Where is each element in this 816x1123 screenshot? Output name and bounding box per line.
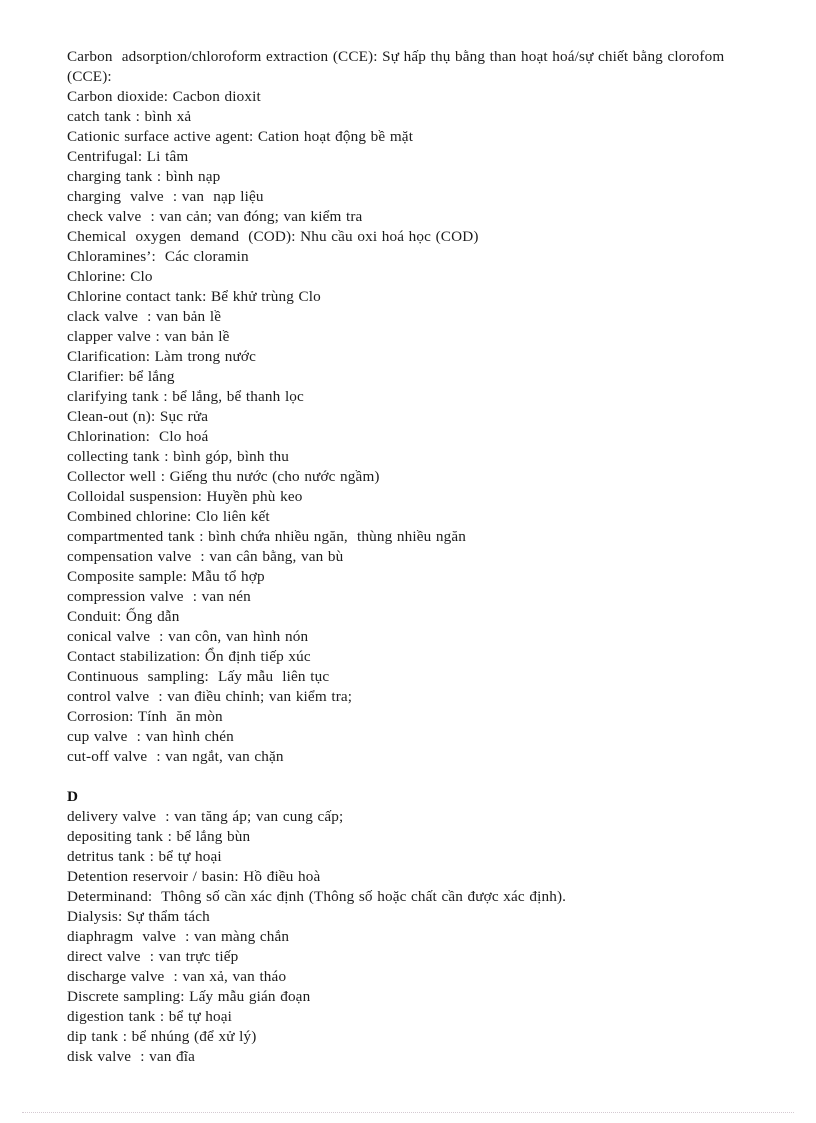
glossary-entry: Chlorine: Clo <box>67 268 153 285</box>
glossary-entry: check valve : van cản; van đóng; van kiể… <box>67 208 363 225</box>
glossary-entry: Carbon adsorption/chloroform extraction … <box>67 48 729 85</box>
glossary-entry: Dialysis: Sự thẩm tách <box>67 908 210 925</box>
glossary-entry: Discrete sampling: Lấy mẫu gián đoạn <box>67 988 311 1005</box>
glossary-entry: Combined chlorine: Clo liên kết <box>67 508 270 525</box>
glossary-entry: conical valve : van côn, van hình nón <box>67 628 309 645</box>
glossary-entry: compensation valve : van cân bằng, van b… <box>67 548 344 565</box>
glossary-entry: Chlorination: Clo hoá <box>67 428 209 445</box>
glossary-entry: Clean-out (n): Sục rửa <box>67 408 209 425</box>
glossary-entry: Chloramines’: Các cloramin <box>67 248 249 265</box>
footer-dotted-rule <box>22 1112 794 1114</box>
glossary-entry: discharge valve : van xả, van tháo <box>67 968 287 985</box>
glossary-entry: control valve : van điều chỉnh; van kiểm… <box>67 688 353 705</box>
glossary-entry: charging valve : van nạp liệu <box>67 188 264 205</box>
glossary-entry: Carbon dioxide: Cacbon dioxit <box>67 88 261 105</box>
glossary-entry: Clarifier: bể lắng <box>67 368 175 385</box>
glossary-entry: Continuous sampling: Lấy mẫu liên tục <box>67 668 330 685</box>
glossary-entry: disk valve : van đĩa <box>67 1048 196 1065</box>
glossary-entry-list: Carbon adsorption/chloroform extraction … <box>67 47 742 1067</box>
document-page: Carbon adsorption/chloroform extraction … <box>0 0 816 1123</box>
glossary-entry: catch tank : bình xả <box>67 108 192 125</box>
glossary-entry: diaphragm valve : van màng chắn <box>67 928 290 945</box>
glossary-entry: Chlorine contact tank: Bể khử trùng Clo <box>67 288 321 305</box>
section-letter-heading: D <box>67 788 79 805</box>
glossary-entry: Determinand: Thông số cần xác định (Thôn… <box>67 888 567 905</box>
glossary-entry: clack valve : van bản lề <box>67 308 222 325</box>
glossary-entry: Colloidal suspension: Huyền phù keo <box>67 488 303 505</box>
glossary-entry: collecting tank : bình góp, bình thu <box>67 448 290 465</box>
glossary-entry: Clarification: Làm trong nước <box>67 348 257 365</box>
glossary-entry: Centrifugal: Li tâm <box>67 148 189 165</box>
glossary-entry: Corrosion: Tính ăn mòn <box>67 708 223 725</box>
glossary-entry: Contact stabilization: Ổn định tiếp xúc <box>67 648 311 665</box>
glossary-entry: detritus tank : bể tự hoại <box>67 848 222 865</box>
glossary-entry: cup valve : van hình chén <box>67 728 234 745</box>
glossary-entry: digestion tank : bể tự hoại <box>67 1008 233 1025</box>
glossary-spacer <box>67 767 742 787</box>
glossary-entry: cut-off valve : van ngắt, van chặn <box>67 748 284 765</box>
glossary-entry: charging tank : bình nạp <box>67 168 221 185</box>
glossary-entry: dip tank : bể nhúng (để xử lý) <box>67 1028 257 1045</box>
glossary-entry: clarifying tank : bể lắng, bể thanh lọc <box>67 388 304 405</box>
glossary-entry: delivery valve : van tăng áp; van cung c… <box>67 808 344 825</box>
glossary-entry: clapper valve : van bản lề <box>67 328 230 345</box>
glossary-entry: Chemical oxygen demand (COD): Nhu cầu ox… <box>67 228 479 245</box>
glossary-entry: Detention reservoir / basin: Hồ điều hoà <box>67 868 321 885</box>
glossary-entry: depositing tank : bể lắng bùn <box>67 828 251 845</box>
glossary-entry: compression valve : van nén <box>67 588 251 605</box>
glossary-entry: Conduit: Ống dẫn <box>67 608 180 625</box>
glossary-entry: compartmented tank : bình chứa nhiều ngă… <box>67 528 467 545</box>
glossary-entry: Collector well : Giếng thu nước (cho nướ… <box>67 468 380 485</box>
glossary-entry: Composite sample: Mẫu tổ hợp <box>67 568 265 585</box>
glossary-entry: Cationic surface active agent: Cation ho… <box>67 128 414 145</box>
glossary-entry: direct valve : van trực tiếp <box>67 948 239 965</box>
